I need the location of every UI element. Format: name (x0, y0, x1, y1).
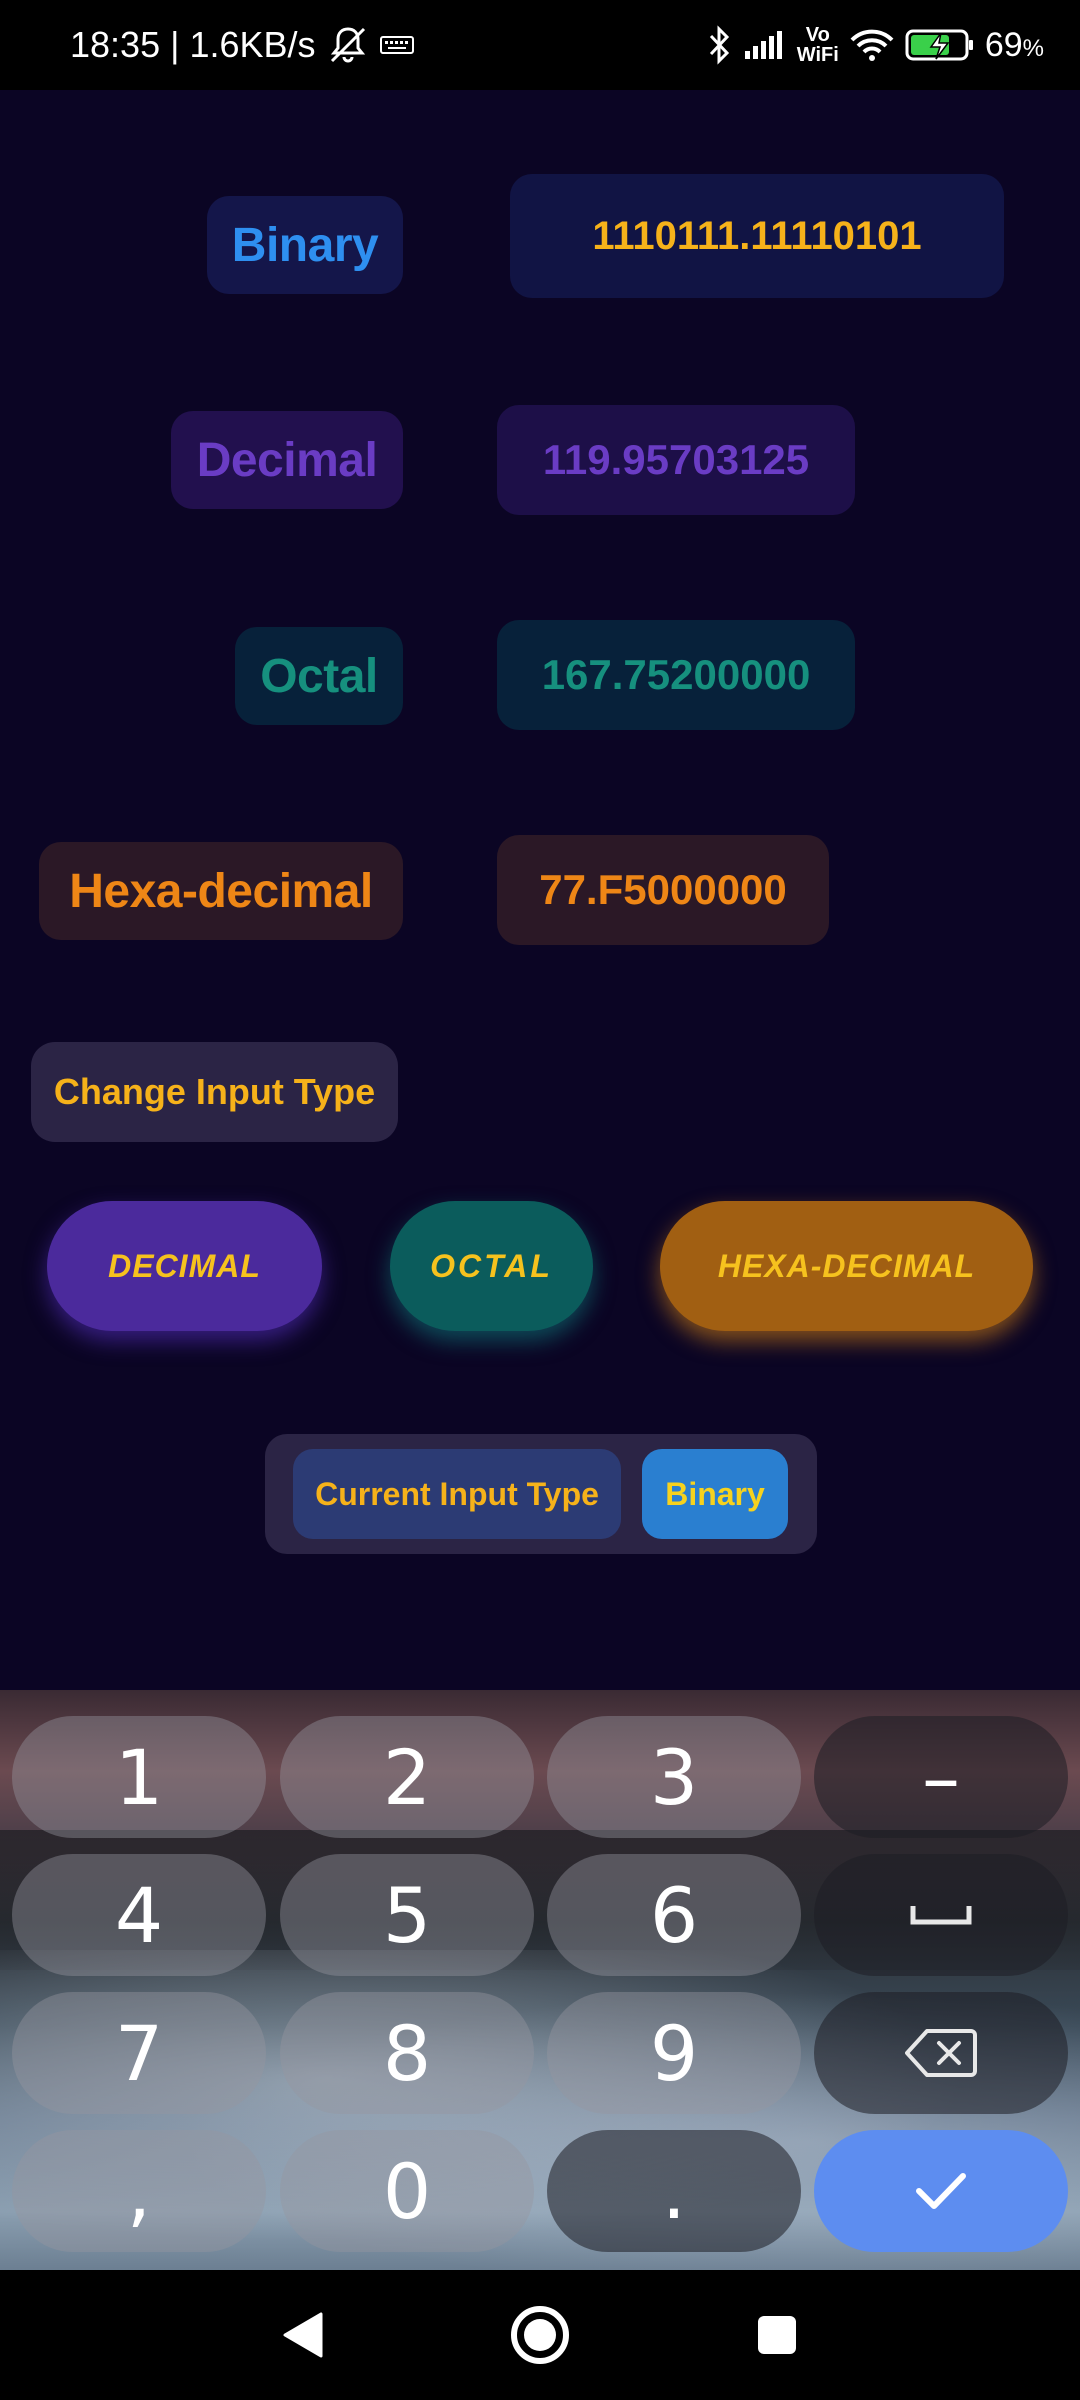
key-minus[interactable]: – (814, 1716, 1068, 1838)
current-input-type-panel: Current Input Type Binary (265, 1434, 817, 1554)
recents-square-icon (758, 2316, 796, 2354)
key-3[interactable]: 3 (547, 1716, 801, 1838)
vowifi-icon: Vo WiFi (797, 25, 839, 65)
key-comma[interactable]: , (12, 2130, 266, 2252)
decimal-label: Decimal (171, 411, 403, 509)
status-bar: 18:35 | 1.6KB/s Vo WiFi 69% (0, 0, 1080, 90)
vowifi-vo: Vo (805, 24, 830, 46)
current-input-type-label: Current Input Type (293, 1449, 621, 1539)
key-backspace[interactable] (814, 1992, 1068, 2114)
key-5[interactable]: 5 (280, 1854, 534, 1976)
octal-value: 167.75200000 (497, 620, 855, 730)
key-1[interactable]: 1 (12, 1716, 266, 1838)
hexadecimal-type-button[interactable]: HEXA-DECIMAL (660, 1201, 1033, 1331)
key-9[interactable]: 9 (547, 1992, 801, 2114)
signal-icon (743, 29, 787, 61)
change-input-type-button[interactable]: Change Input Type (31, 1042, 398, 1142)
home-circle-icon (511, 2306, 569, 2364)
status-bar-right: Vo WiFi 69% (707, 25, 1044, 65)
decimal-value: 119.95703125 (497, 405, 855, 515)
keyboard-icon (379, 34, 414, 56)
current-input-type-value: Binary (642, 1449, 788, 1539)
hexadecimal-label: Hexa-decimal (39, 842, 403, 940)
space-icon (910, 1906, 972, 1925)
home-button[interactable] (505, 2300, 575, 2370)
app-screen: 18:35 | 1.6KB/s Vo WiFi 69% Binary 11101… (0, 0, 1080, 2400)
hexadecimal-value: 77.F5000000 (497, 835, 829, 945)
numeric-keyboard: 1 2 3 – 4 5 6 7 8 9 , 0 . (0, 1690, 1080, 2270)
octal-type-button[interactable]: OCTAL (390, 1201, 593, 1331)
octal-label: Octal (235, 627, 403, 725)
status-bar-left: 18:35 | 1.6KB/s (70, 24, 414, 66)
key-2[interactable]: 2 (280, 1716, 534, 1838)
vowifi-wifi: WiFi (796, 44, 839, 66)
key-0[interactable]: 0 (280, 2130, 534, 2252)
back-triangle-icon (283, 2312, 323, 2358)
bluetooth-icon (707, 25, 733, 65)
checkmark-icon (916, 2173, 966, 2209)
binary-label: Binary (207, 196, 403, 294)
mute-bell-icon (326, 25, 370, 65)
battery-percent: 69% (984, 25, 1044, 64)
key-7[interactable]: 7 (12, 1992, 266, 2114)
wifi-icon (849, 27, 895, 63)
key-space[interactable] (814, 1854, 1068, 1976)
key-6[interactable]: 6 (547, 1854, 801, 1976)
key-4[interactable]: 4 (12, 1854, 266, 1976)
key-dot[interactable]: . (547, 2130, 801, 2252)
backspace-icon (905, 2029, 977, 2077)
binary-value: 1110111.11110101 (510, 174, 1004, 298)
back-button[interactable] (268, 2300, 338, 2370)
battery-charging-icon (905, 28, 975, 62)
key-enter[interactable] (814, 2130, 1068, 2252)
recents-button[interactable] (742, 2300, 812, 2370)
navigation-bar (0, 2270, 1080, 2400)
time-and-speed: 18:35 | 1.6KB/s (70, 24, 316, 65)
key-8[interactable]: 8 (280, 1992, 534, 2114)
decimal-type-button[interactable]: DECIMAL (47, 1201, 322, 1331)
